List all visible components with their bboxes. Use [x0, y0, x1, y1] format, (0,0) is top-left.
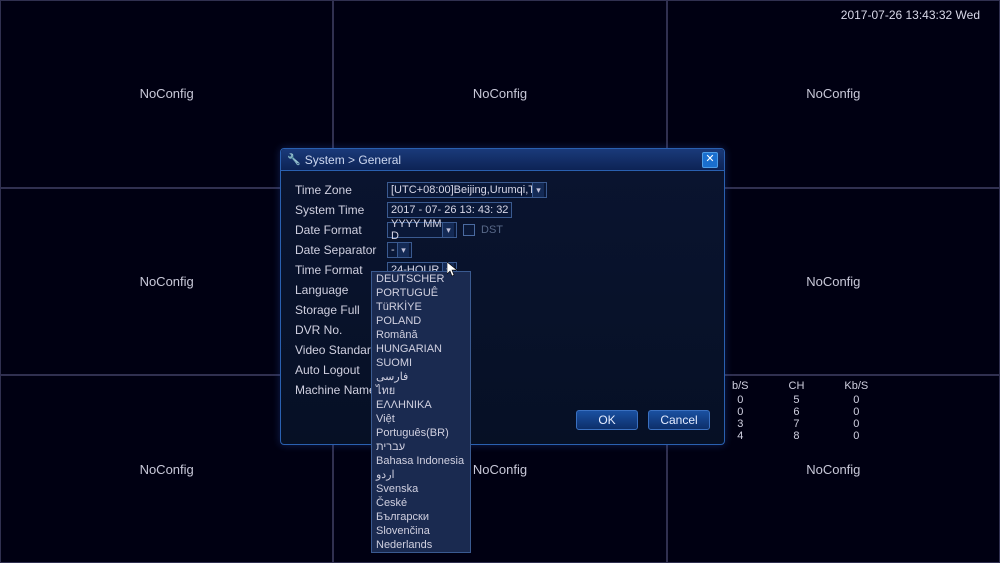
language-option[interactable]: עברית — [372, 440, 470, 454]
dialog-title: System > General — [305, 153, 702, 167]
dialog-titlebar[interactable]: 🔧 System > General ✕ — [281, 149, 724, 171]
stats-cell: 5 — [769, 394, 825, 406]
noconfig-label: NoConfig — [806, 274, 860, 289]
language-option[interactable]: PORTUGUÊ — [372, 286, 470, 300]
language-option[interactable]: ไทย — [372, 384, 470, 398]
language-option[interactable]: HUNGARIAN — [372, 342, 470, 356]
language-option[interactable]: Việt — [372, 412, 470, 426]
noconfig-label: NoConfig — [473, 462, 527, 477]
system-general-dialog: 🔧 System > General ✕ Time Zone [UTC+08:0… — [280, 148, 725, 445]
language-option[interactable]: České — [372, 496, 470, 510]
language-option[interactable]: DEUTSCHER — [372, 272, 470, 286]
timezone-select[interactable]: [UTC+08:00]Beijing,Urumqi,Ta — [387, 182, 547, 198]
stats-cell: 6 — [769, 406, 825, 418]
language-option[interactable]: Română — [372, 328, 470, 342]
dateformat-select[interactable]: YYYY MM D — [387, 222, 457, 238]
bitrate-stats: b/S CH Kb/S 050060370480 — [712, 380, 888, 442]
language-option[interactable]: POLAND — [372, 314, 470, 328]
dst-checkbox[interactable] — [463, 224, 475, 236]
label-dateseparator: Date Separator — [295, 243, 387, 257]
stats-cell: 0 — [824, 406, 888, 418]
noconfig-label: NoConfig — [140, 86, 194, 101]
label-timezone: Time Zone — [295, 183, 387, 197]
clock: 2017-07-26 13:43:32 Wed — [841, 8, 980, 22]
stats-cell: 0 — [824, 394, 888, 406]
stats-cell: 7 — [769, 418, 825, 430]
stats-cell: 0 — [824, 430, 888, 442]
cancel-button[interactable]: Cancel — [648, 410, 710, 430]
language-option[interactable]: Nederlands — [372, 538, 470, 552]
noconfig-label: NoConfig — [140, 274, 194, 289]
label-systemtime: System Time — [295, 203, 387, 217]
noconfig-label: NoConfig — [806, 462, 860, 477]
language-option[interactable]: Български — [372, 510, 470, 524]
stats-cell: 8 — [769, 430, 825, 442]
language-option[interactable]: TüRKİYE — [372, 300, 470, 314]
language-dropdown[interactable]: DEUTSCHERPORTUGUÊTüRKİYEPOLANDRomânăHUNG… — [371, 271, 471, 553]
noconfig-label: NoConfig — [140, 462, 194, 477]
noconfig-label: NoConfig — [806, 86, 860, 101]
language-option[interactable]: Português(BR) — [372, 426, 470, 440]
language-option[interactable]: Slovenčina — [372, 524, 470, 538]
language-option[interactable]: Svenska — [372, 482, 470, 496]
dateseparator-select[interactable]: - — [387, 242, 412, 258]
stats-header: CH — [769, 380, 825, 394]
systemtime-value[interactable]: 2017 - 07- 26 13: 43: 32 — [387, 202, 512, 218]
language-option[interactable]: SUOMI — [372, 356, 470, 370]
language-option[interactable]: ΕΛΛΗΝΙΚΑ — [372, 398, 470, 412]
language-option[interactable]: فارسی — [372, 370, 470, 384]
ok-button[interactable]: OK — [576, 410, 638, 430]
language-option[interactable]: Bahasa Indonesia — [372, 454, 470, 468]
dst-label: DST — [481, 224, 503, 236]
systemtime-input[interactable]: 2017 - 07- 26 13: 43: 32 — [387, 202, 512, 218]
stats-header: Kb/S — [824, 380, 888, 394]
wrench-icon: 🔧 — [287, 153, 301, 166]
close-button[interactable]: ✕ — [702, 152, 718, 168]
language-option[interactable]: اردو — [372, 468, 470, 482]
label-dateformat: Date Format — [295, 223, 387, 237]
stats-cell: 0 — [824, 418, 888, 430]
noconfig-label: NoConfig — [473, 86, 527, 101]
